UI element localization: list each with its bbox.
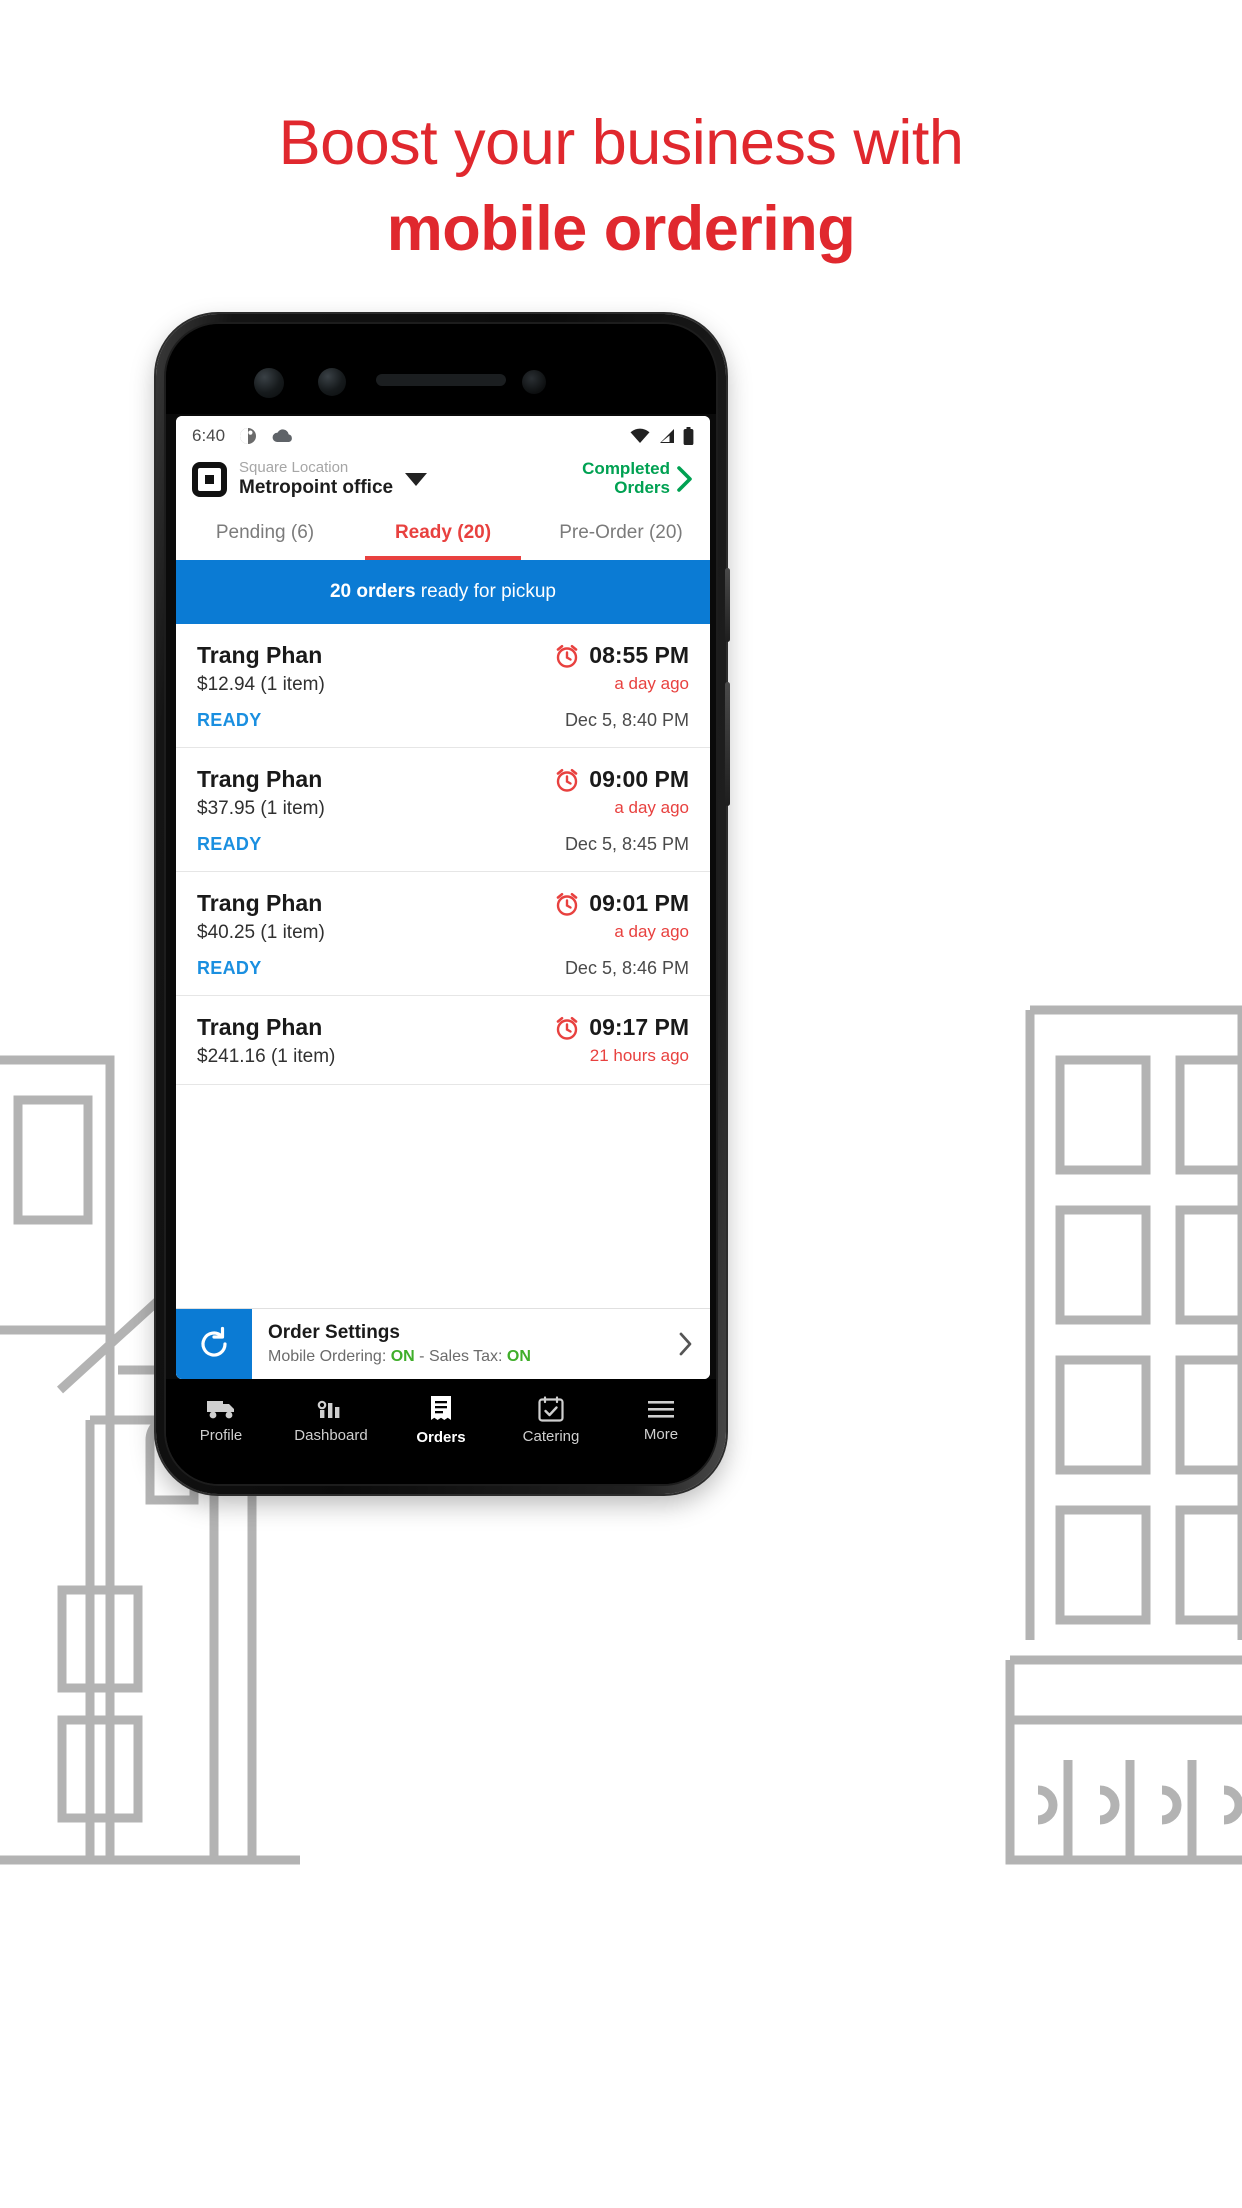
order-settings-row[interactable]: Order Settings Mobile Ordering: ON - Sal… [176,1308,710,1379]
order-date: Dec 5, 8:40 PM [564,710,689,731]
mobile-ordering-value: ON [390,1348,415,1365]
status-badge: READY [197,710,262,731]
order-relative-time: a day ago [614,922,689,942]
table-row[interactable]: Trang Phan 09:01 PM $40.25 (1 item) a da… [176,872,710,997]
order-tabs: Pending (6) Ready (20) Pre-Order (20) [176,508,710,561]
phone-top-bezel [166,324,716,414]
mobile-ordering-label: Mobile Ordering: [268,1348,391,1365]
location-selector[interactable]: Square Location Metropoint office [239,459,394,498]
order-settings-subtitle: Mobile Ordering: ON - Sales Tax: ON [268,1348,670,1366]
completed-orders-link[interactable]: Completed Orders [582,460,694,497]
sales-tax-value: ON [506,1348,531,1365]
sales-tax-label: - Sales Tax: [414,1348,507,1365]
order-price: $241.16 (1 item) [197,1046,336,1068]
alarm-clock-icon [556,768,578,792]
square-logo-icon [192,461,227,497]
tab-ready[interactable]: Ready (20) [354,508,532,561]
status-bar-right [630,427,694,445]
wifi-icon [630,428,650,443]
order-price: $12.94 (1 item) [197,674,325,696]
phone-body: 6:40 Square Location Metropoint office C… [164,322,718,1486]
phone-screen: 6:40 Square Location Metropoint office C… [176,416,710,1379]
nav-item-catering[interactable]: Catering [496,1396,606,1445]
nav-label-profile: Profile [199,1427,243,1444]
order-customer-name: Trang Phan [197,642,323,669]
order-date: Dec 5, 8:45 PM [564,834,689,855]
brightness-icon [240,428,257,444]
alarm-clock-icon [556,644,578,668]
table-row[interactable]: Trang Phan 09:17 PM $241.16 (1 item) 21 … [176,996,710,1086]
refresh-icon[interactable] [176,1309,252,1379]
bar-chart-icon [317,1400,340,1418]
headline: Boost your business with mobile ordering [0,104,1242,268]
completed-orders-line-1: Completed [582,459,670,479]
orders-list: Trang Phan 08:55 PM $12.94 (1 item) a da… [176,624,710,1086]
status-bar: 6:40 [176,416,710,456]
phone-volume-button[interactable] [725,682,730,806]
headline-line-2: mobile ordering [386,194,856,264]
earpiece-speaker [376,374,506,386]
hamburger-menu-icon [648,1401,674,1418]
status-bar-left: 6:40 [192,426,295,446]
tab-pre-order[interactable]: Pre-Order (20) [532,508,710,560]
order-relative-time: 21 hours ago [589,1046,689,1066]
phone-power-button[interactable] [725,568,730,642]
order-price: $37.95 (1 item) [197,798,325,820]
order-date: Dec 5, 8:46 PM [564,958,689,979]
ready-banner-count: 20 orders [329,581,416,603]
table-row[interactable]: Trang Phan 08:55 PM $12.94 (1 item) a da… [176,624,710,749]
phone-mockup: 6:40 Square Location Metropoint office C… [156,314,730,1494]
headline-line-1: Boost your business with [278,108,964,178]
order-pickup-time: 08:55 PM [589,642,689,669]
tab-pending[interactable]: Pending (6) [176,508,354,560]
app-header: Square Location Metropoint office Comple… [176,456,710,509]
order-pickup-time: 09:17 PM [589,1014,689,1041]
cellular-signal-icon [660,429,674,443]
ready-banner: 20 orders ready for pickup [176,560,710,625]
nav-label-dashboard: Dashboard [294,1427,368,1444]
order-customer-name: Trang Phan [197,1014,323,1041]
nav-item-profile[interactable]: Profile [166,1397,276,1444]
order-price: $40.25 (1 item) [197,922,325,944]
order-settings-title: Order Settings [268,1322,400,1343]
front-camera-icon [254,368,284,398]
order-relative-time: a day ago [614,674,689,694]
secondary-camera-icon [318,368,346,396]
nav-item-dashboard[interactable]: Dashboard [276,1397,386,1444]
calendar-check-icon [538,1396,564,1422]
ready-banner-text: ready for pickup [415,581,556,603]
location-label: Square Location [239,459,349,476]
order-pickup-time: 09:00 PM [589,766,689,793]
nav-item-more[interactable]: More [606,1398,716,1443]
chevron-down-icon[interactable] [405,472,428,486]
completed-orders-line-2: Orders [614,478,670,498]
battery-icon [683,427,694,445]
order-customer-name: Trang Phan [197,766,323,793]
truck-icon [207,1401,234,1419]
order-relative-time: a day ago [614,798,689,818]
nav-label-more: More [643,1426,679,1443]
chevron-right-icon [677,466,692,492]
nav-label-orders: Orders [416,1429,466,1446]
order-pickup-time: 09:01 PM [589,890,689,917]
status-bar-time: 6:40 [192,426,226,445]
order-settings-body: Order Settings Mobile Ordering: ON - Sal… [252,1309,678,1379]
status-badge: READY [197,834,262,855]
status-badge: READY [197,958,262,979]
alarm-clock-icon [556,1016,578,1040]
alarm-clock-icon [556,892,578,916]
receipt-icon [431,1396,451,1420]
location-name: Metropoint office [239,476,394,498]
chevron-right-glyph [679,1332,692,1356]
chevron-right-icon[interactable] [678,1309,710,1379]
promo-page: Boost your business with mobile ordering… [0,0,1242,2208]
order-customer-name: Trang Phan [197,890,323,917]
cloud-icon [272,429,292,442]
nav-label-catering: Catering [522,1428,580,1445]
sensor-icon [522,370,546,394]
refresh-icon-glyph [201,1326,227,1357]
nav-item-orders[interactable]: Orders [386,1395,496,1446]
table-row[interactable]: Trang Phan 09:00 PM $37.95 (1 item) a da… [176,748,710,873]
bottom-navigation: Profile Dashboard Orders Catering More [166,1379,716,1484]
